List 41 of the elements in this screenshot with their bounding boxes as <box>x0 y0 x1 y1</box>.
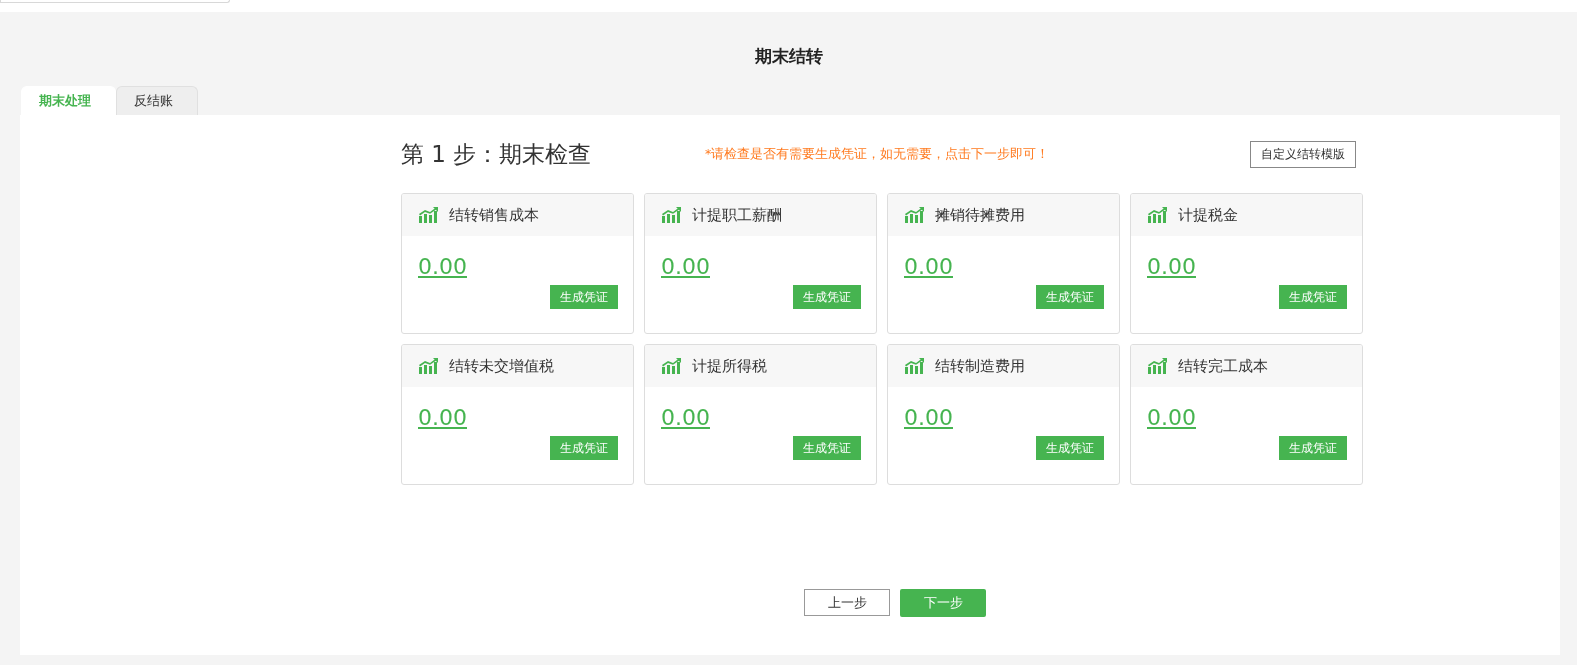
card-title: 结转制造费用 <box>935 356 1025 376</box>
generate-voucher-button[interactable]: 生成凭证 <box>1279 436 1347 460</box>
bar-chart-icon <box>419 207 439 223</box>
bar-chart-icon <box>662 207 682 223</box>
card-title: 摊销待摊费用 <box>935 205 1025 225</box>
custom-template-button[interactable]: 自定义结转模版 <box>1250 140 1356 168</box>
generate-voucher-button[interactable]: 生成凭证 <box>1036 285 1104 309</box>
generate-voucher-button[interactable]: 生成凭证 <box>793 436 861 460</box>
bar-chart-icon <box>419 358 439 374</box>
card-title: 计提职工薪酬 <box>692 205 782 225</box>
bar-chart-icon <box>1148 358 1168 374</box>
amount-link[interactable]: 0.00 <box>904 254 953 279</box>
hint-text: *请检查是否有需要生成凭证，如无需要，点击下一步即可！ <box>705 145 1051 163</box>
card-title: 计提所得税 <box>692 356 767 376</box>
card-title: 结转销售成本 <box>449 205 539 225</box>
next-step-button[interactable]: 下一步 <box>900 589 986 617</box>
generate-voucher-button[interactable]: 生成凭证 <box>793 285 861 309</box>
step-title: 第 1 步：期末检查 <box>401 139 593 169</box>
amount-link[interactable]: 0.00 <box>661 405 710 430</box>
card-title: 结转未交增值税 <box>449 356 554 376</box>
amount-link[interactable]: 0.00 <box>1147 254 1196 279</box>
amount-link[interactable]: 0.00 <box>661 254 710 279</box>
tab[interactable]: 期末处理 <box>21 86 116 115</box>
bar-chart-icon <box>662 358 682 374</box>
amount-link[interactable]: 0.00 <box>418 405 467 430</box>
page-title: 期末结转 <box>753 45 824 67</box>
card-title: 结转完工成本 <box>1178 356 1268 376</box>
generate-voucher-button[interactable]: 生成凭证 <box>1279 285 1347 309</box>
amount-link[interactable]: 0.00 <box>904 405 953 430</box>
bar-chart-icon <box>905 358 925 374</box>
generate-voucher-button[interactable]: 生成凭证 <box>1036 436 1104 460</box>
amount-link[interactable]: 0.00 <box>1147 405 1196 430</box>
bar-chart-icon <box>905 207 925 223</box>
previous-step-button[interactable]: 上一步 <box>804 589 890 616</box>
bar-chart-icon <box>1148 207 1168 223</box>
tab[interactable]: 反结账 <box>116 86 198 115</box>
generate-voucher-button[interactable]: 生成凭证 <box>550 285 618 309</box>
amount-link[interactable]: 0.00 <box>418 254 467 279</box>
generate-voucher-button[interactable]: 生成凭证 <box>550 436 618 460</box>
card-title: 计提税金 <box>1178 205 1238 225</box>
input-field[interactable] <box>0 0 230 3</box>
